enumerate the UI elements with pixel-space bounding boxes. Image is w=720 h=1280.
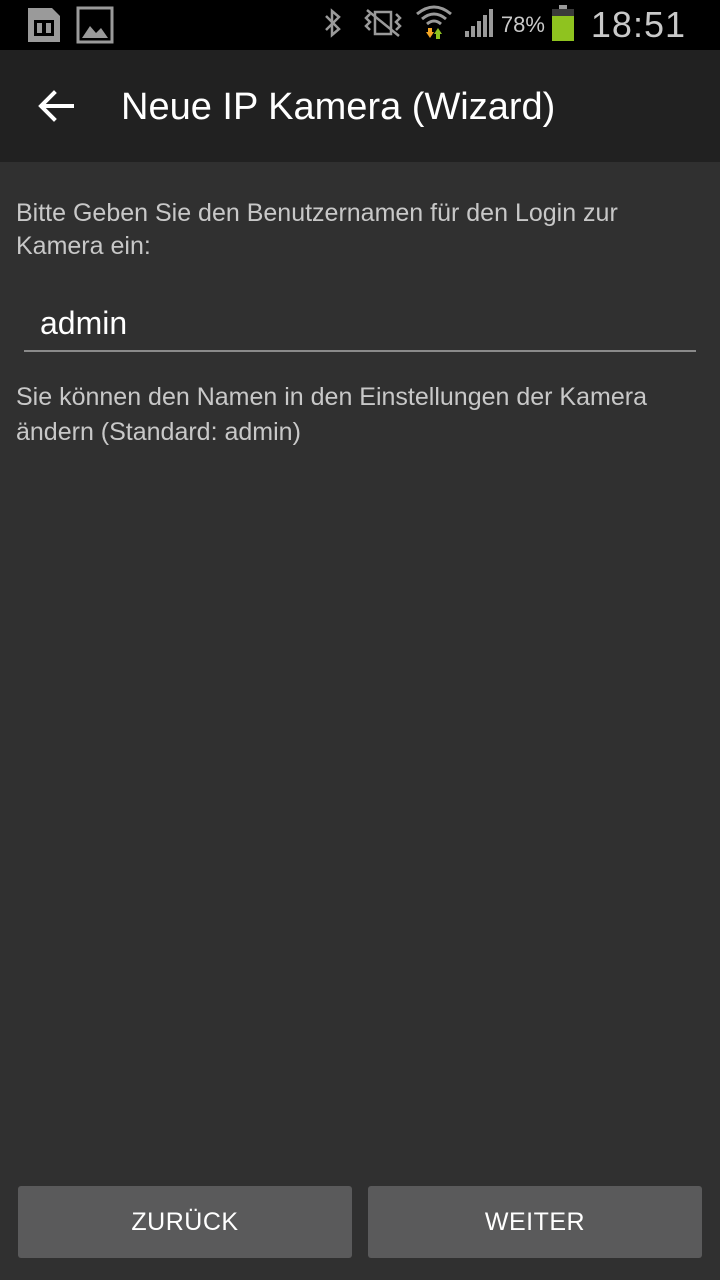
arrow-left-icon (38, 90, 74, 122)
username-input[interactable] (40, 298, 680, 348)
username-prompt: Bitte Geben Sie den Benutzernamen für de… (16, 199, 618, 260)
wifi-icon (415, 4, 453, 47)
status-bar: 78% 18:51 (0, 0, 720, 50)
username-field[interactable] (24, 294, 696, 352)
bluetooth-icon (321, 7, 345, 44)
status-bar-right: 78% 18:51 (321, 0, 686, 50)
page-title: Neue IP Kamera (Wizard) (121, 86, 556, 128)
next-step-button[interactable]: WEITER (368, 1186, 702, 1258)
image-icon (76, 6, 114, 49)
back-step-button[interactable]: ZURÜCK (18, 1186, 352, 1258)
screen: 78% 18:51 Neue IP Kamera (Wizard) Bitte … (0, 0, 720, 1280)
status-time: 18:51 (590, 4, 686, 45)
sim-card-icon (26, 6, 62, 49)
toolbar: Neue IP Kamera (Wizard) (0, 50, 720, 162)
back-button[interactable] (24, 74, 88, 138)
status-bar-left (26, 6, 114, 49)
vibrate-icon (363, 8, 403, 43)
battery-icon (551, 4, 575, 47)
battery-percent: 78% (500, 12, 545, 37)
username-hint: Sie können den Namen in den Einstellunge… (16, 383, 647, 446)
signal-icon (463, 7, 497, 44)
